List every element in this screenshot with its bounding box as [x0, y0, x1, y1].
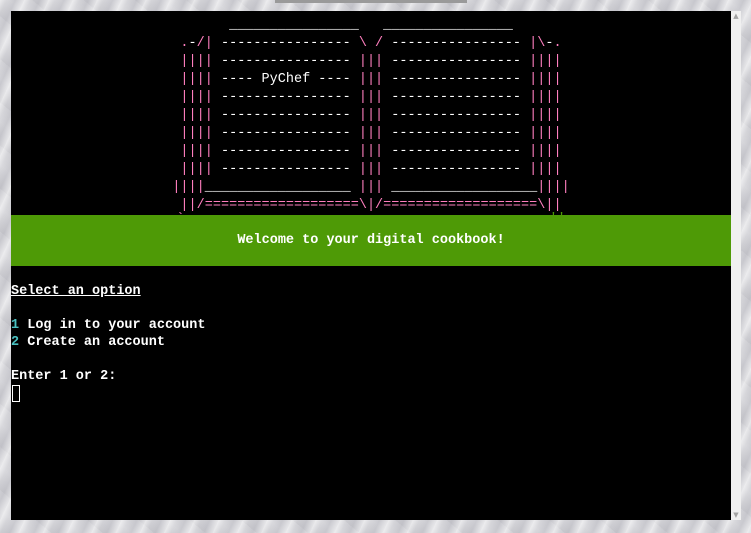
option-label: Create an account: [27, 335, 165, 350]
window-top-tab: [275, 0, 467, 3]
scroll-down-arrow-icon[interactable]: ▼: [731, 510, 741, 520]
terminal[interactable]: ________________ ________________ .-/| -…: [11, 11, 731, 520]
option-label: Log in to your account: [27, 318, 206, 333]
scroll-up-arrow-icon[interactable]: ▲: [731, 11, 741, 21]
ascii-art-line: |||| ---------------- ||| --------------…: [180, 54, 562, 69]
ascii-art-line: .-/| ---------------- \ / --------------…: [180, 36, 562, 51]
input-cursor[interactable]: [12, 385, 20, 402]
ascii-art-line: |||| ---- PyChef ---- ||| --------------…: [180, 72, 562, 87]
vertical-scrollbar[interactable]: ▲ ▼: [731, 11, 741, 520]
ascii-book-art: ________________ ________________ .-/| -…: [11, 11, 731, 227]
ascii-art-line: |||| ---------------- ||| --------------…: [180, 162, 562, 177]
ascii-art-line: ||||__________________ ||| _____________…: [172, 180, 570, 195]
welcome-text: Welcome to your digital cookbook!: [237, 233, 505, 248]
menu-option-login: 1 Log in to your account: [11, 317, 205, 334]
option-number: 1: [11, 318, 20, 333]
menu-option-create-account: 2 Create an account: [11, 334, 165, 351]
ascii-art-line: |||| ---------------- ||| --------------…: [180, 108, 562, 123]
ascii-art-line: |||| ---------------- ||| --------------…: [180, 126, 562, 141]
ascii-art-line: ________________ ________________: [229, 18, 513, 33]
ascii-art-line: |||| ---------------- ||| --------------…: [180, 90, 562, 105]
input-prompt: Enter 1 or 2:: [11, 369, 117, 384]
welcome-banner: Welcome to your digital cookbook!: [11, 215, 731, 266]
option-number: 2: [11, 335, 20, 350]
menu-heading: Select an option: [11, 284, 141, 299]
ascii-art-line: |||| ---------------- ||| --------------…: [180, 144, 562, 159]
